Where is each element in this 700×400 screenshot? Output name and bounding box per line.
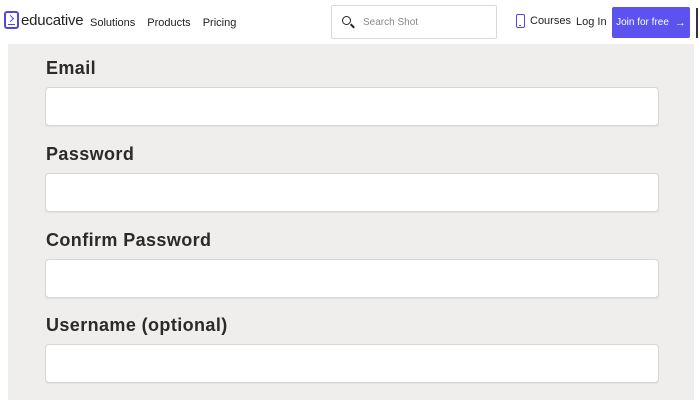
courses-link[interactable]: Courses <box>516 14 571 28</box>
search-box[interactable]: Search Shot <box>331 5 497 39</box>
username-label: Username (optional) <box>46 315 228 335</box>
mobile-device-icon <box>516 14 525 28</box>
password-field[interactable] <box>45 173 659 212</box>
confirm-password-label: Confirm Password <box>46 230 212 250</box>
window-edge-divider <box>696 8 698 38</box>
arrow-right-icon: → <box>674 16 686 29</box>
join-for-free-button[interactable]: Join for free → <box>612 7 690 38</box>
nav-products[interactable]: Products <box>147 17 190 29</box>
top-navbar: educative Solutions Products Pricing Sea… <box>0 0 700 44</box>
nav-solutions[interactable]: Solutions <box>90 17 135 29</box>
search-input[interactable]: Search Shot <box>363 17 418 28</box>
email-field[interactable] <box>45 87 659 126</box>
logo-text: educative <box>21 11 84 29</box>
email-label: Email <box>46 58 97 78</box>
courses-label: Courses <box>530 15 571 27</box>
educative-logo-icon <box>4 11 19 29</box>
password-label: Password <box>46 144 135 164</box>
educative-logo[interactable]: educative <box>4 11 84 29</box>
nav-pricing[interactable]: Pricing <box>203 17 237 29</box>
login-link[interactable]: Log In <box>576 16 607 28</box>
search-icon <box>342 15 355 29</box>
username-field[interactable] <box>45 344 659 383</box>
confirm-password-field[interactable] <box>45 259 659 298</box>
join-label: Join for free <box>616 17 669 28</box>
main-nav: Solutions Products Pricing <box>90 17 236 29</box>
